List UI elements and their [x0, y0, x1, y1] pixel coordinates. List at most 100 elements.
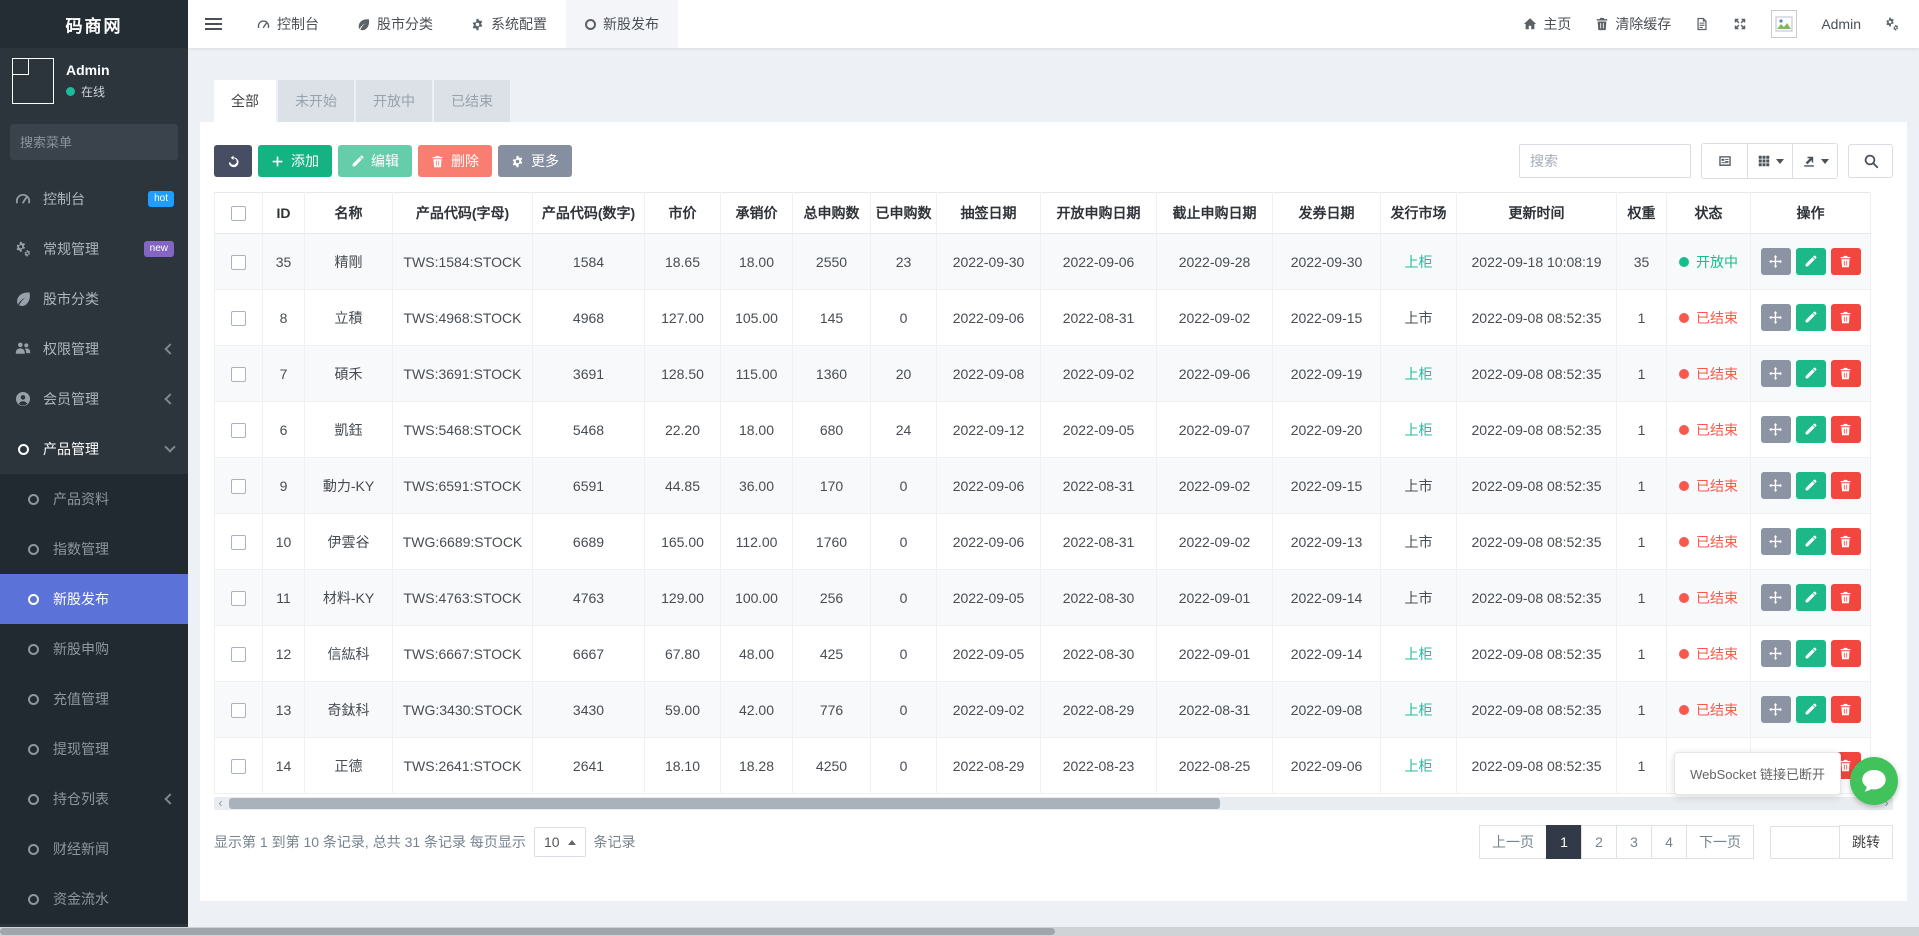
scrollbar-thumb[interactable]	[229, 798, 1220, 809]
row-edit-button[interactable]	[1796, 640, 1826, 667]
page-button-2[interactable]: 2	[1581, 825, 1617, 859]
row-edit-button[interactable]	[1796, 584, 1826, 611]
table-search-input[interactable]	[1519, 144, 1691, 178]
row-checkbox[interactable]	[231, 367, 246, 382]
sidebar-item-finance-news[interactable]: 财经新闻	[0, 824, 188, 874]
row-move-button[interactable]	[1761, 528, 1791, 555]
edit-button[interactable]: 编辑	[338, 145, 412, 177]
columns-button[interactable]	[1747, 144, 1792, 178]
market-link[interactable]: 上柜	[1405, 758, 1433, 774]
row-delete-button[interactable]	[1831, 416, 1861, 443]
sidebar-item-products[interactable]: 产品管理	[0, 424, 188, 474]
row-delete-button[interactable]	[1831, 472, 1861, 499]
prev-page-button[interactable]: 上一页	[1479, 825, 1547, 859]
nav-tab-system-config[interactable]: 系统配置	[452, 0, 566, 48]
row-delete-button[interactable]	[1831, 528, 1861, 555]
row-move-button[interactable]	[1761, 360, 1791, 387]
row-edit-button[interactable]	[1796, 472, 1826, 499]
row-checkbox[interactable]	[231, 647, 246, 662]
market-link[interactable]: 上柜	[1405, 646, 1433, 662]
delete-button[interactable]: 删除	[418, 145, 492, 177]
market-link[interactable]: 上柜	[1405, 254, 1433, 270]
nav-tab-new-stock-publish[interactable]: 新股发布	[566, 0, 678, 48]
detail-view-button[interactable]	[1702, 144, 1747, 178]
page-button-4[interactable]: 4	[1651, 825, 1687, 859]
select-all-checkbox[interactable]	[231, 206, 246, 221]
row-checkbox[interactable]	[231, 311, 246, 326]
sidebar-item-members[interactable]: 会员管理	[0, 374, 188, 424]
more-button[interactable]: 更多	[498, 145, 572, 177]
row-edit-button[interactable]	[1796, 360, 1826, 387]
sidebar-item-new-stock-publish[interactable]: 新股发布	[0, 574, 188, 624]
jump-page-input[interactable]	[1770, 826, 1840, 859]
sidebar-item-dashboard[interactable]: 控制台hot	[0, 174, 188, 224]
toggle-search-button[interactable]	[1848, 144, 1893, 178]
user-menu[interactable]: Admin	[1821, 16, 1861, 32]
row-delete-button[interactable]	[1831, 304, 1861, 331]
row-checkbox[interactable]	[231, 591, 246, 606]
document-button[interactable]	[1695, 17, 1709, 31]
row-checkbox[interactable]	[231, 535, 246, 550]
row-move-button[interactable]	[1761, 416, 1791, 443]
user-avatar-image[interactable]	[1771, 10, 1797, 38]
horizontal-scrollbar[interactable]: ‹ ›	[214, 797, 1893, 810]
filter-tab-not-started[interactable]: 未开始	[278, 80, 354, 122]
filter-tab-all[interactable]: 全部	[214, 80, 276, 122]
sidebar-item-permissions[interactable]: 权限管理	[0, 324, 188, 374]
add-button[interactable]: 添加	[258, 145, 332, 177]
row-checkbox[interactable]	[231, 703, 246, 718]
sidebar-item-general[interactable]: 常规管理new	[0, 224, 188, 274]
row-edit-button[interactable]	[1796, 416, 1826, 443]
page-size-select[interactable]: 10	[534, 827, 586, 857]
market-link[interactable]: 上柜	[1405, 422, 1433, 438]
row-move-button[interactable]	[1761, 640, 1791, 667]
market-link[interactable]: 上柜	[1405, 702, 1433, 718]
page-button-3[interactable]: 3	[1616, 825, 1652, 859]
row-move-button[interactable]	[1761, 304, 1791, 331]
sidebar-item-fund-flow[interactable]: 资金流水	[0, 874, 188, 924]
filter-tab-open[interactable]: 开放中	[356, 80, 432, 122]
sidebar-search-input[interactable]	[20, 135, 196, 150]
row-edit-button[interactable]	[1796, 696, 1826, 723]
home-link[interactable]: 主页	[1523, 14, 1571, 34]
filter-tab-ended[interactable]: 已结束	[434, 80, 510, 122]
row-edit-button[interactable]	[1796, 248, 1826, 275]
fullscreen-button[interactable]	[1733, 17, 1747, 31]
row-move-button[interactable]	[1761, 584, 1791, 611]
row-move-button[interactable]	[1761, 472, 1791, 499]
row-checkbox[interactable]	[231, 423, 246, 438]
row-delete-button[interactable]	[1831, 584, 1861, 611]
row-delete-button[interactable]	[1831, 360, 1861, 387]
chat-widget-button[interactable]	[1850, 757, 1898, 805]
nav-tab-market-category[interactable]: 股市分类	[338, 0, 452, 48]
sidebar-item-withdraw[interactable]: 提现管理	[0, 724, 188, 774]
row-edit-button[interactable]	[1796, 528, 1826, 555]
row-delete-button[interactable]	[1831, 696, 1861, 723]
window-scrollbar-thumb[interactable]	[0, 928, 1055, 935]
refresh-button[interactable]	[214, 145, 252, 177]
row-checkbox[interactable]	[231, 255, 246, 270]
sidebar-item-positions[interactable]: 持仓列表	[0, 774, 188, 824]
settings-button[interactable]	[1885, 17, 1899, 31]
row-checkbox[interactable]	[231, 759, 246, 774]
next-page-button[interactable]: 下一页	[1686, 825, 1754, 859]
market-link[interactable]: 上柜	[1405, 366, 1433, 382]
row-checkbox[interactable]	[231, 479, 246, 494]
clear-cache-button[interactable]: 清除缓存	[1595, 14, 1671, 34]
sidebar-item-market-category[interactable]: 股市分类	[0, 274, 188, 324]
window-horizontal-scrollbar[interactable]	[0, 927, 1919, 936]
sidebar-toggle-button[interactable]	[188, 0, 238, 48]
page-button-1[interactable]: 1	[1546, 825, 1582, 859]
export-button[interactable]	[1792, 144, 1837, 178]
nav-tab-dashboard[interactable]: 控制台	[238, 0, 338, 48]
row-move-button[interactable]	[1761, 248, 1791, 275]
row-delete-button[interactable]	[1831, 248, 1861, 275]
sidebar-item-recharge[interactable]: 充值管理	[0, 674, 188, 724]
row-move-button[interactable]	[1761, 696, 1791, 723]
sidebar-item-new-stock-subscribe[interactable]: 新股申购	[0, 624, 188, 674]
row-delete-button[interactable]	[1831, 640, 1861, 667]
jump-button[interactable]: 跳转	[1839, 825, 1893, 859]
scroll-left-icon[interactable]: ‹	[214, 797, 227, 810]
sidebar-item-product-info[interactable]: 产品资料	[0, 474, 188, 524]
row-edit-button[interactable]	[1796, 304, 1826, 331]
